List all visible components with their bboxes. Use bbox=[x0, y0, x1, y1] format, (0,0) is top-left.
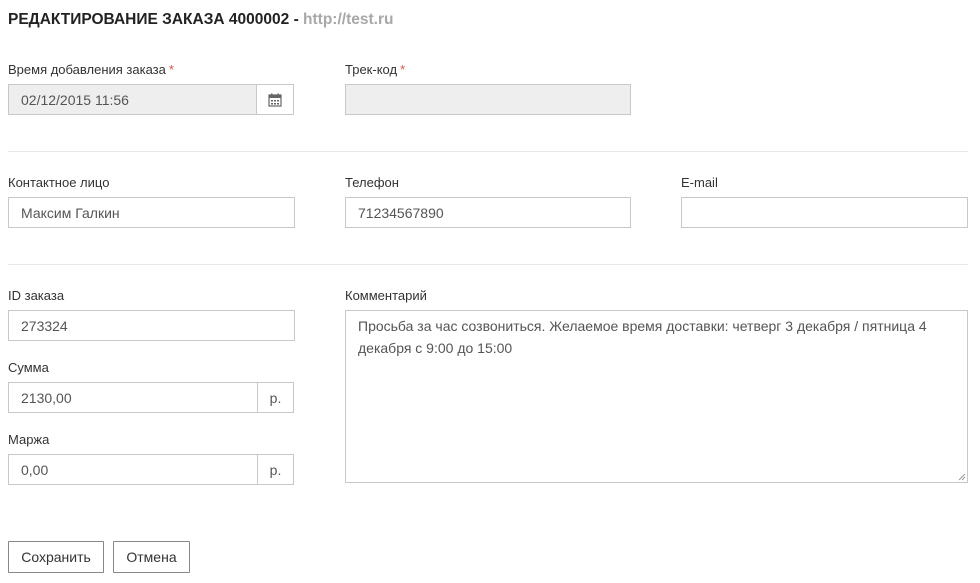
phone-label: Телефон bbox=[345, 175, 399, 190]
order-time-label-text: Время добавления заказа bbox=[8, 62, 166, 77]
sum-label: Сумма bbox=[8, 360, 49, 375]
page-title: РЕДАКТИРОВАНИЕ ЗАКАЗА 4000002 - http://t… bbox=[8, 11, 393, 29]
contact-value: Максим Галкин bbox=[21, 204, 120, 221]
order-time-label: Время добавления заказа * bbox=[8, 62, 174, 77]
required-mark: * bbox=[168, 62, 174, 77]
sum-unit: р. bbox=[269, 389, 282, 406]
comment-value: Просьба за час созвониться. Желаемое вре… bbox=[358, 318, 927, 356]
cancel-button[interactable]: Отмена bbox=[113, 541, 190, 573]
sum-currency-addon: р. bbox=[257, 382, 294, 413]
email-label: E-mail bbox=[681, 175, 718, 190]
track-code-label: Трек-код * bbox=[345, 62, 405, 77]
margin-label: Маржа bbox=[8, 432, 50, 447]
calendar-icon bbox=[268, 93, 282, 107]
page-title-text: РЕДАКТИРОВАНИЕ ЗАКАЗА 4000002 bbox=[8, 11, 290, 28]
section-divider bbox=[8, 264, 968, 265]
email-field[interactable] bbox=[681, 197, 968, 228]
margin-field[interactable]: 0,00 bbox=[8, 454, 258, 485]
save-button[interactable]: Сохранить bbox=[8, 541, 104, 573]
margin-currency-addon: р. bbox=[257, 454, 294, 485]
site-link[interactable]: http://test.ru bbox=[303, 11, 393, 28]
contact-label: Контактное лицо bbox=[8, 175, 110, 190]
required-mark: * bbox=[400, 62, 406, 77]
title-separator: - bbox=[289, 11, 304, 28]
contact-field[interactable]: Максим Галкин bbox=[8, 197, 295, 228]
track-code-label-text: Трек-код bbox=[345, 62, 398, 77]
order-id-value: 273324 bbox=[21, 317, 68, 334]
section-divider bbox=[8, 151, 968, 152]
margin-unit: р. bbox=[269, 461, 282, 478]
phone-field[interactable]: 71234567890 bbox=[345, 197, 631, 228]
order-id-field[interactable]: 273324 bbox=[8, 310, 295, 341]
comment-label: Комментарий bbox=[345, 288, 427, 303]
order-time-field[interactable]: 02/12/2015 11:56 bbox=[8, 84, 257, 115]
comment-textarea[interactable]: Просьба за час созвониться. Желаемое вре… bbox=[345, 310, 968, 483]
order-time-value: 02/12/2015 11:56 bbox=[21, 91, 129, 108]
track-code-field[interactable] bbox=[345, 84, 631, 115]
order-id-label: ID заказа bbox=[8, 288, 65, 303]
sum-field[interactable]: 2130,00 bbox=[8, 382, 258, 413]
sum-value: 2130,00 bbox=[21, 389, 72, 406]
phone-value: 71234567890 bbox=[358, 204, 444, 221]
margin-value: 0,00 bbox=[21, 461, 49, 478]
calendar-button[interactable] bbox=[256, 84, 294, 115]
resize-grip-icon[interactable] bbox=[958, 473, 966, 481]
